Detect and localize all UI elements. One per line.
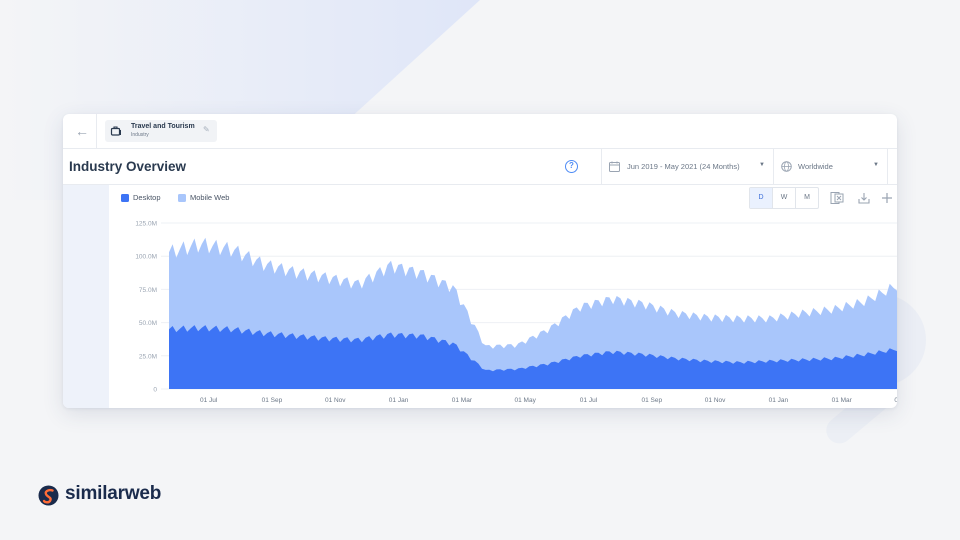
divider <box>773 149 774 185</box>
similarweb-logo-icon <box>38 485 59 506</box>
divider <box>601 149 602 185</box>
page-title: Industry Overview <box>69 159 187 174</box>
x-tick-label: 01 Jul <box>200 397 218 404</box>
y-tick-label: 75.0M <box>139 287 157 294</box>
legend-label: Desktop <box>133 193 161 202</box>
y-tick-label: 125.0M <box>135 221 157 228</box>
chip-title: Travel and Tourism <box>131 123 195 130</box>
x-tick-label: 01 Mar <box>832 397 853 404</box>
help-icon[interactable]: ? <box>565 160 578 173</box>
x-tick-label: 01 Sep <box>262 397 283 404</box>
industry-overview-card: ← Travel and Tourism Industry ✎ Industry… <box>63 114 897 408</box>
date-range-picker[interactable]: Jun 2019 - May 2021 (24 Months) ▼ <box>609 149 771 185</box>
chevron-down-icon: ▼ <box>873 162 879 168</box>
x-tick-label: 01 Jul <box>580 397 598 404</box>
granularity-toggle: D W M <box>749 187 819 209</box>
excel-icon[interactable] <box>830 191 844 205</box>
left-side-panel <box>63 185 109 408</box>
chevron-down-icon: ▼ <box>759 162 765 168</box>
checkbox-checked-icon[interactable] <box>178 194 186 202</box>
x-tick-label: 01 Jan <box>769 397 789 404</box>
x-tick-label: 01 May <box>515 397 537 404</box>
x-tick-label: 01 Sep <box>641 397 662 404</box>
page-header: Industry Overview ? Jun 2019 - May 2021 … <box>63 149 897 185</box>
y-tick-label: 50.0M <box>139 320 157 327</box>
suitcase-icon <box>110 126 121 136</box>
download-icon[interactable] <box>857 191 871 205</box>
checkbox-checked-icon[interactable] <box>121 194 129 202</box>
calendar-icon <box>609 161 620 172</box>
add-icon[interactable] <box>880 191 894 205</box>
region-picker[interactable]: Worldwide ▼ <box>781 149 885 185</box>
traffic-area-chart: 0 25.0M 50.0M 75.0M 100.0M 125.0M 01 Jul 01 Sep… <box>135 221 897 404</box>
industry-chip[interactable]: Travel and Tourism Industry ✎ <box>105 120 217 142</box>
globe-icon <box>781 161 792 172</box>
y-tick-label: 100.0M <box>135 254 157 261</box>
divider <box>96 114 97 149</box>
x-tick-label: 01 May <box>894 397 897 404</box>
divider <box>887 149 888 185</box>
logo-wordmark: similarweb <box>65 483 162 504</box>
edit-pencil-icon[interactable]: ✎ <box>203 125 213 135</box>
date-range-value: Jun 2019 - May 2021 (24 Months) <box>627 162 740 171</box>
granularity-daily-button[interactable]: D <box>750 188 773 208</box>
x-tick-label: 01 Jan <box>389 397 409 404</box>
chip-subtitle: Industry <box>131 132 149 138</box>
back-arrow-icon[interactable]: ← <box>71 121 93 141</box>
top-bar: ← Travel and Tourism Industry ✎ <box>63 114 897 149</box>
x-tick-label: 01 Mar <box>452 397 473 404</box>
granularity-monthly-button[interactable]: M <box>796 188 818 208</box>
granularity-weekly-button[interactable]: W <box>773 188 796 208</box>
y-tick-label: 0 <box>153 387 157 394</box>
legend-label: Mobile Web <box>190 193 230 202</box>
x-tick-label: 01 Nov <box>705 397 726 404</box>
region-value: Worldwide <box>798 162 833 171</box>
y-tick-label: 25.0M <box>139 353 157 360</box>
x-tick-label: 01 Nov <box>325 397 346 404</box>
